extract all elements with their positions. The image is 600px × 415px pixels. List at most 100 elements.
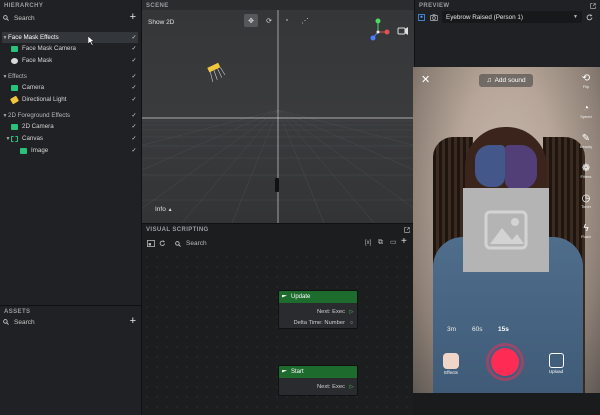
effects-label: Effects: [444, 370, 458, 375]
scene-panel: SCENE Show 2D ✥ ⟳ ▫ ⋰ Info ▲: [142, 0, 414, 223]
transform-tool-button[interactable]: ⋰: [298, 14, 312, 27]
visibility-check-icon[interactable]: ✓: [130, 147, 138, 154]
node-header[interactable]: Update: [279, 291, 357, 303]
layout-icon[interactable]: ⧉: [378, 239, 383, 247]
hierarchy-search-input[interactable]: Search: [14, 15, 35, 22]
filters-button[interactable]: ❁ Filters: [576, 163, 596, 179]
flag-icon: [282, 294, 287, 298]
tree-item-directional-light[interactable]: Directional Light ✓: [2, 94, 138, 105]
upload-icon: [548, 353, 564, 368]
flag-icon: [282, 369, 287, 373]
popout-icon[interactable]: [590, 3, 596, 9]
side-button-label: Speed: [580, 114, 592, 119]
tree-item-image[interactable]: Image ✓: [2, 145, 138, 156]
assets-search[interactable]: Search +: [3, 315, 138, 328]
visibility-check-icon[interactable]: ✓: [130, 45, 138, 52]
add-node-button[interactable]: +: [401, 236, 407, 247]
variables-icon[interactable]: [x]: [365, 240, 371, 246]
visibility-check-icon[interactable]: ✓: [130, 123, 138, 130]
minimize-icon[interactable]: ▭: [390, 238, 397, 246]
tree-item-2d-camera[interactable]: 2D Camera ✓: [2, 121, 138, 132]
exec-pin-icon[interactable]: ▷: [349, 384, 354, 390]
update-node[interactable]: Update Next: Exec ▷ Delta Time: Number ○: [278, 290, 358, 329]
graph-icon[interactable]: [147, 240, 155, 247]
visibility-check-icon[interactable]: ✓: [130, 135, 138, 142]
tree-item-face-mask[interactable]: Face Mask ✓: [2, 55, 138, 66]
scene-viewport[interactable]: Show 2D ✥ ⟳ ▫ ⋰ Info ▲: [142, 10, 414, 223]
side-button-label: Flip: [582, 84, 590, 89]
tree-item-face-mask-camera[interactable]: Face Mask Camera ✓: [2, 43, 138, 54]
effects-icon: [443, 353, 459, 369]
record-button[interactable]: [486, 343, 524, 381]
image-icon: [484, 210, 528, 250]
duration-60s[interactable]: 60s: [472, 326, 482, 333]
visibility-check-icon[interactable]: ✓: [130, 73, 138, 80]
effect-editor-app: HIERARCHY Search + ▼ Face Mask Effects ✓…: [0, 0, 600, 415]
tree-item-label: Face Mask: [22, 57, 53, 64]
duration-3m[interactable]: 3m: [447, 326, 456, 333]
flip-button[interactable]: ⟲ Flip: [576, 73, 596, 89]
tree-item-effects[interactable]: ▼ Effects ✓: [2, 71, 138, 82]
tree-item-label: Directional Light: [22, 96, 67, 103]
music-note-icon: ♫: [486, 77, 492, 84]
upload-button[interactable]: Upload: [545, 353, 567, 374]
camera-icon: [11, 84, 18, 91]
node-port: Delta Time: Number ○: [279, 317, 357, 328]
hierarchy-search[interactable]: Search +: [3, 11, 138, 24]
visual-scripting-search-input[interactable]: Search: [186, 240, 207, 247]
axis-gizmo[interactable]: [370, 16, 410, 46]
image-icon: [20, 147, 27, 154]
port-label: Next: Exec: [316, 308, 345, 315]
popout-icon[interactable]: [404, 227, 410, 233]
node-port: Next: Exec ▷: [279, 381, 357, 392]
speed-button[interactable]: ◔ Speed: [576, 103, 596, 119]
tree-item-2d-foreground-effects[interactable]: ▼ 2D Foreground Effects ✓: [2, 110, 138, 121]
start-node[interactable]: Start Next: Exec ▷: [278, 365, 358, 396]
visibility-check-icon[interactable]: ✓: [130, 34, 138, 41]
preview-video-select[interactable]: Eyebrow Raised (Person 1) ▼: [442, 11, 582, 23]
tree-item-canvas[interactable]: ▼ Canvas ✓: [2, 133, 138, 144]
record-dot: [491, 348, 519, 376]
effects-button[interactable]: Effects: [441, 353, 461, 375]
preview-title: PREVIEW: [419, 3, 450, 9]
visual-scripting-panel: VISUAL SCRIPTING Search [x] ⧉ ▭ + Update…: [142, 224, 414, 415]
visibility-check-icon[interactable]: ✓: [130, 112, 138, 119]
flash-button[interactable]: ϟ Flash: [576, 223, 596, 239]
info-toggle[interactable]: Info ▲: [155, 206, 173, 213]
tree-item-face-mask-effects[interactable]: ▼ Face Mask Effects ✓: [2, 32, 138, 43]
add-asset-button[interactable]: +: [130, 315, 136, 327]
side-button-label: Flash: [581, 234, 591, 239]
panel-divider: [142, 223, 414, 224]
preview-phone-screen[interactable]: ✕ ♫ Add sound ⟲ Flip ◔ Speed ✎ Beauty ❁ Filte…: [413, 67, 600, 393]
add-sound-button[interactable]: ♫ Add sound: [479, 74, 533, 87]
visual-scripting-toolbar: Search [x] ⧉ ▭ +: [142, 236, 414, 250]
move-tool-button[interactable]: ✥: [244, 14, 258, 27]
close-icon[interactable]: ✕: [421, 73, 430, 86]
visibility-check-icon[interactable]: ✓: [130, 96, 138, 103]
rotate-tool-button[interactable]: ⟳: [262, 14, 276, 27]
tree-item-label: 2D Foreground Effects: [8, 112, 71, 119]
directional-light-gizmo: [207, 62, 226, 82]
assets-search-input[interactable]: Search: [14, 319, 35, 326]
scale-tool-button[interactable]: ▫: [280, 14, 294, 27]
add-object-button[interactable]: +: [130, 11, 136, 23]
camera-icon[interactable]: [430, 14, 438, 21]
show-2d-toggle[interactable]: Show 2D: [148, 19, 174, 26]
beauty-button[interactable]: ✎ Beauty: [576, 133, 596, 149]
tree-item-camera[interactable]: Camera ✓: [2, 82, 138, 93]
visibility-check-icon[interactable]: ✓: [130, 84, 138, 91]
hierarchy-title: HIERARCHY: [4, 3, 44, 9]
timer-button[interactable]: ◷ Timer: [576, 193, 596, 209]
visibility-check-icon[interactable]: ✓: [130, 57, 138, 64]
node-header[interactable]: Start: [279, 366, 357, 378]
face-mask-overlay: [505, 145, 537, 189]
camera-figure: [275, 178, 279, 192]
duration-15s[interactable]: 15s: [498, 326, 509, 333]
refresh-icon[interactable]: [586, 14, 593, 21]
data-pin-icon[interactable]: ○: [349, 320, 354, 326]
upload-label: Upload: [548, 369, 564, 374]
mouse-cursor-icon: [88, 36, 95, 46]
person-video-icon[interactable]: [418, 14, 425, 21]
refresh-icon[interactable]: [159, 240, 166, 247]
exec-pin-icon[interactable]: ▷: [349, 309, 354, 315]
